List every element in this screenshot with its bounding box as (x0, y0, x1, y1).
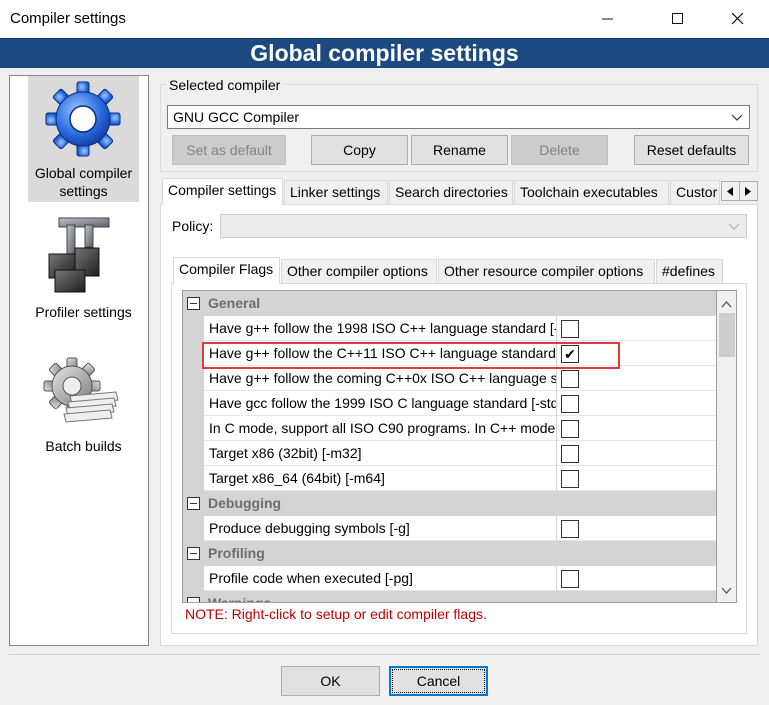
flag-label: In C mode, support all ISO C90 programs.… (209, 420, 556, 436)
flag-checkbox[interactable] (561, 420, 579, 438)
category-profiling[interactable]: Profiling (183, 541, 716, 566)
tab-linker-settings[interactable]: Linker settings (284, 180, 388, 204)
tab-search-directories[interactable]: Search directories (389, 180, 513, 204)
selected-compiler-label: Selected compiler (166, 77, 284, 93)
category-label: General (208, 295, 261, 311)
flags-note: NOTE: Right-click to setup or edit compi… (185, 606, 487, 622)
category-label: Warnings (208, 595, 272, 603)
close-icon[interactable] (715, 0, 761, 38)
collapse-icon[interactable] (187, 497, 200, 510)
footer-separator (9, 654, 760, 655)
flag-row[interactable]: Have g++ follow the coming C++0x ISO C++… (183, 366, 716, 391)
flag-checkbox[interactable] (561, 445, 579, 463)
arrow-left-icon[interactable] (722, 182, 740, 200)
collapse-icon[interactable] (187, 547, 200, 560)
tab-compiler-settings[interactable]: Compiler settings (162, 178, 283, 205)
caliper-icon (45, 216, 115, 298)
chevron-up-icon[interactable] (721, 295, 732, 311)
flag-label: Have g++ follow the coming C++0x ISO C++… (209, 370, 556, 386)
flag-checkbox[interactable] (561, 320, 579, 338)
flag-label: Produce debugging symbols [-g] (209, 520, 410, 536)
delete-button[interactable]: Delete (511, 135, 608, 165)
set-as-default-button[interactable]: Set as default (172, 135, 286, 165)
arrow-right-icon[interactable] (740, 182, 757, 200)
rename-button[interactable]: Rename (411, 135, 508, 165)
ok-button[interactable]: OK (281, 666, 380, 696)
tab-toolchain-executables[interactable]: Toolchain executables (514, 180, 669, 204)
scrollbar-thumb[interactable] (719, 313, 735, 357)
flag-checkbox[interactable] (561, 570, 579, 588)
compiler-select[interactable]: GNU GCC Compiler (167, 105, 750, 129)
compiler-select-value: GNU GCC Compiler (173, 109, 300, 125)
flag-label: Target x86_64 (64bit) [-m64] (209, 470, 385, 486)
collapse-icon[interactable] (187, 297, 200, 310)
sidebar: Global compiler settings Profiler settin… (9, 75, 149, 646)
sidebar-item-label: Batch builds (45, 438, 122, 454)
collapse-icon[interactable] (187, 597, 200, 602)
policy-select[interactable] (220, 214, 747, 238)
gear-icon (45, 81, 121, 161)
flag-row[interactable]: Produce debugging symbols [-g] (183, 516, 716, 541)
compiler-flags-grid: General Have g++ follow the 1998 ISO C++… (182, 290, 717, 603)
page-title: Global compiler settings (250, 40, 519, 66)
category-label: Debugging (208, 495, 282, 511)
flag-label: Target x86 (32bit) [-m32] (209, 445, 362, 461)
flag-checkbox[interactable] (561, 470, 579, 488)
flag-row[interactable]: Have gcc follow the 1999 ISO C language … (183, 391, 716, 416)
gear-stack-icon (42, 356, 122, 430)
sidebar-item-label: Global compiler settings (34, 165, 133, 199)
flag-row[interactable]: Target x86 (32bit) [-m32] (183, 441, 716, 466)
category-debugging[interactable]: Debugging (183, 491, 716, 516)
flag-label: Have gcc follow the 1999 ISO C language … (209, 395, 556, 411)
flag-row[interactable]: Target x86_64 (64bit) [-m64] (183, 466, 716, 491)
maximize-icon[interactable] (655, 0, 701, 38)
flag-row[interactable]: Have g++ follow the 1998 ISO C++ languag… (183, 316, 716, 341)
policy-label: Policy: (172, 218, 214, 234)
minimize-icon[interactable] (585, 0, 631, 38)
sidebar-item-profiler-settings[interactable]: Profiler settings (28, 212, 139, 320)
chevron-down-icon[interactable] (721, 582, 732, 598)
tab-custom[interactable]: Custor (670, 180, 720, 204)
chevron-down-icon (731, 110, 743, 126)
flag-checkbox[interactable] (561, 395, 579, 413)
category-label: Profiling (208, 545, 265, 561)
tab-other-resource-compiler-options[interactable]: Other resource compiler options (438, 259, 655, 283)
flag-row[interactable]: In C mode, support all ISO C90 programs.… (183, 416, 716, 441)
tab-scroll-arrows (721, 181, 758, 201)
tab-other-compiler-options[interactable]: Other compiler options (281, 259, 437, 283)
sidebar-item-batch-builds[interactable]: Batch builds (28, 356, 139, 456)
tab-defines[interactable]: #defines (656, 259, 723, 283)
flag-label: Have g++ follow the 1998 ISO C++ languag… (209, 320, 556, 336)
flag-checkbox[interactable] (561, 520, 579, 538)
sidebar-item-label: Profiler settings (35, 304, 132, 320)
flag-checkbox[interactable] (561, 370, 579, 388)
title-bar: Compiler settings (0, 0, 769, 38)
category-warnings[interactable]: Warnings (183, 591, 716, 603)
cancel-focus-ring (392, 669, 485, 693)
highlight-box (202, 342, 620, 369)
flag-label: Profile code when executed [-pg] (209, 570, 413, 586)
window-title: Compiler settings (10, 10, 126, 27)
category-general[interactable]: General (183, 291, 716, 316)
copy-button[interactable]: Copy (311, 135, 408, 165)
sidebar-item-global-compiler-settings[interactable]: Global compiler settings (28, 76, 139, 202)
flag-row[interactable]: Profile code when executed [-pg] (183, 566, 716, 591)
tab-compiler-flags[interactable]: Compiler Flags (173, 257, 280, 284)
header-banner: Global compiler settings (0, 38, 769, 68)
reset-defaults-button[interactable]: Reset defaults (634, 135, 749, 165)
chevron-down-icon (728, 219, 740, 235)
